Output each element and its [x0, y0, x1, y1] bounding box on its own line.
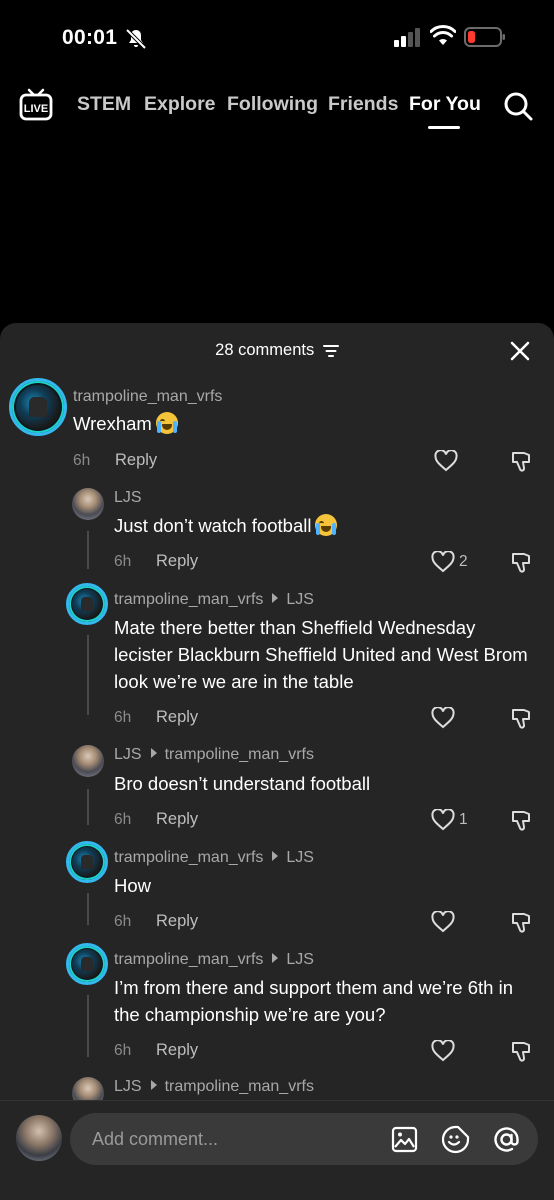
- reply-button[interactable]: Reply: [156, 912, 198, 931]
- comment-time: 6h: [114, 1042, 132, 1059]
- reply-arrow-icon: [150, 748, 157, 758]
- comment-text: Bro doesn’t understand football: [114, 773, 371, 794]
- heart-icon[interactable]: [431, 551, 455, 573]
- search-icon[interactable]: [502, 90, 534, 122]
- thread-line: [87, 893, 89, 925]
- top-navigation: LIVE STEM Explore Following Friends For …: [0, 82, 554, 132]
- comment-username[interactable]: trampoline_man_vrfs: [114, 849, 263, 866]
- heart-icon[interactable]: [431, 809, 455, 831]
- reply-button[interactable]: Reply: [115, 451, 157, 470]
- image-icon[interactable]: [391, 1126, 418, 1153]
- comments-panel: 28 comments trampoline_man_vrfs Wrexham …: [0, 323, 554, 1200]
- comment-text: I’m from there and support them and we’r…: [114, 977, 513, 1025]
- tab-explore[interactable]: Explore: [144, 93, 216, 116]
- dislike-icon[interactable]: [510, 551, 532, 575]
- dislike-icon[interactable]: [510, 1040, 532, 1064]
- tab-for-you[interactable]: For You: [409, 93, 481, 116]
- comment-username[interactable]: LJS: [114, 1078, 142, 1095]
- comment-username[interactable]: LJS: [114, 746, 142, 763]
- reply-to-username[interactable]: LJS: [286, 849, 314, 866]
- active-tab-indicator: [428, 126, 460, 129]
- comment-input[interactable]: [92, 1113, 372, 1165]
- avatar[interactable]: [66, 841, 108, 883]
- comment-composer: [0, 1100, 554, 1200]
- reply-arrow-icon: [272, 953, 279, 963]
- live-label: LIVE: [24, 103, 48, 115]
- status-bar: 00:01: [0, 0, 554, 75]
- reply-button[interactable]: Reply: [156, 708, 198, 727]
- comment-count: 28 comments: [215, 341, 315, 360]
- loudly-crying-emoji-icon: [155, 412, 178, 434]
- comment-item: trampoline_man_vrfs LJS Mate there better…: [0, 583, 554, 743]
- reply-to-username[interactable]: trampoline_man_vrfs: [165, 746, 314, 763]
- reply-button[interactable]: Reply: [156, 810, 198, 829]
- reply-arrow-icon: [272, 593, 279, 603]
- reply-arrow-icon: [272, 851, 279, 861]
- comment-text: Mate there better than Sheffield Wednesd…: [114, 617, 528, 692]
- reply-to-username[interactable]: trampoline_man_vrfs: [165, 1078, 314, 1095]
- thread-line: [87, 531, 89, 569]
- dislike-icon[interactable]: [510, 450, 532, 474]
- comment-username[interactable]: LJS: [114, 489, 142, 506]
- reply-to-username[interactable]: LJS: [286, 591, 314, 608]
- dislike-icon[interactable]: [510, 707, 532, 731]
- thread-line: [87, 995, 89, 1057]
- current-user-avatar: [16, 1115, 62, 1161]
- emoji-sticker-icon[interactable]: [441, 1125, 470, 1154]
- comment-item: trampoline_man_vrfs LJS I’m from there an…: [0, 943, 554, 1073]
- comment-username[interactable]: trampoline_man_vrfs: [73, 388, 222, 405]
- dislike-icon[interactable]: [510, 911, 532, 935]
- comment-input-container[interactable]: [70, 1113, 538, 1165]
- cellular-signal-icon: [394, 28, 420, 47]
- comment-time: 6h: [114, 709, 132, 726]
- comment-item: trampoline_man_vrfs Wrexham 6h Reply: [0, 378, 554, 478]
- comment-time: 6h: [114, 811, 132, 828]
- comment-time: 6h: [114, 553, 132, 570]
- comment-text: How: [114, 875, 152, 896]
- reply-button[interactable]: Reply: [156, 552, 198, 571]
- tab-friends[interactable]: Friends: [328, 93, 398, 116]
- tab-following[interactable]: Following: [227, 93, 318, 116]
- comment-time: 6h: [114, 913, 132, 930]
- heart-icon[interactable]: [434, 450, 458, 472]
- reply-button[interactable]: Reply: [156, 1041, 198, 1060]
- heart-icon[interactable]: [431, 1040, 455, 1062]
- comment-text: Just don’t watch football: [114, 515, 312, 536]
- comment-username[interactable]: trampoline_man_vrfs: [114, 951, 263, 968]
- dislike-icon[interactable]: [510, 809, 532, 833]
- live-tv-icon[interactable]: LIVE: [19, 87, 53, 123]
- wifi-icon: [430, 25, 456, 45]
- avatar[interactable]: [72, 488, 104, 520]
- heart-icon[interactable]: [431, 911, 455, 933]
- avatar[interactable]: [66, 943, 108, 985]
- status-time: 00:01: [62, 26, 118, 49]
- thread-line: [87, 635, 89, 715]
- reply-arrow-icon: [150, 1080, 157, 1090]
- avatar[interactable]: [66, 583, 108, 625]
- like-count: 2: [459, 553, 468, 570]
- reply-to-username[interactable]: LJS: [286, 951, 314, 968]
- loudly-crying-emoji-icon: [315, 514, 338, 536]
- comments-header: 28 comments: [0, 323, 554, 378]
- comment-username[interactable]: trampoline_man_vrfs: [114, 591, 263, 608]
- mention-at-icon[interactable]: [492, 1125, 521, 1154]
- sort-filter-icon[interactable]: [322, 344, 339, 358]
- avatar[interactable]: [9, 378, 67, 436]
- bell-muted-icon: [125, 28, 147, 50]
- comment-time: 6h: [73, 452, 91, 469]
- comment-item: trampoline_man_vrfs LJS How 6h Reply: [0, 841, 554, 941]
- heart-icon[interactable]: [431, 707, 455, 729]
- thread-line: [87, 789, 89, 825]
- avatar[interactable]: [72, 745, 104, 777]
- like-count: 1: [459, 811, 468, 828]
- comment-item: LJS Just don’t watch football 6h Reply 2: [0, 486, 554, 586]
- close-icon[interactable]: [509, 340, 531, 362]
- battery-low-icon: [464, 27, 505, 47]
- comment-item: LJS trampoline_man_vrfs Bro doesn’t under…: [0, 743, 554, 843]
- tab-stem[interactable]: STEM: [77, 93, 131, 116]
- comment-text: Wrexham: [73, 413, 152, 434]
